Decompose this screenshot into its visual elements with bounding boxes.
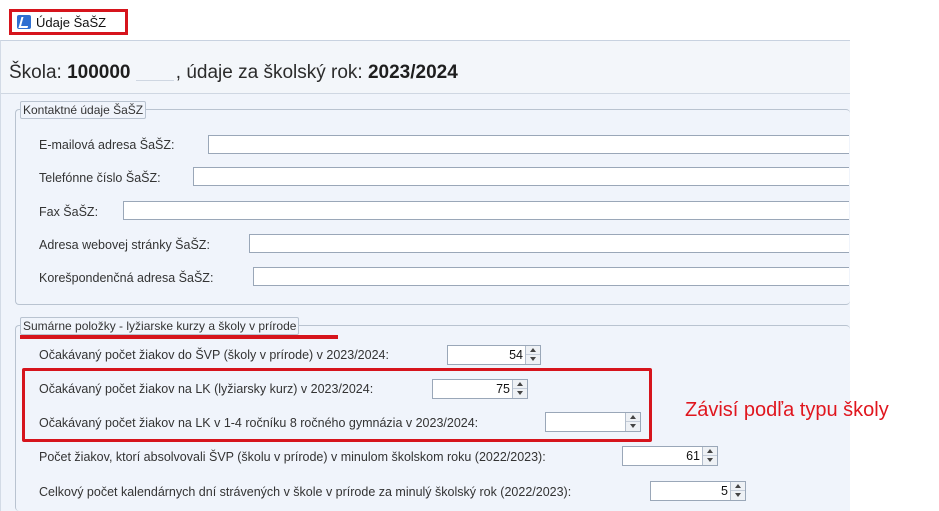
postal-address-field[interactable] bbox=[253, 267, 849, 286]
website-field[interactable] bbox=[249, 234, 849, 253]
fax-label: Fax ŠaŠZ: bbox=[39, 205, 99, 219]
spin-up-icon[interactable] bbox=[703, 447, 717, 456]
window-tab-title: Údaje ŠaŠZ bbox=[36, 14, 107, 30]
legend-highlight-underline bbox=[20, 335, 338, 339]
spin-up-icon[interactable] bbox=[731, 482, 745, 491]
school-prefix: Škola: bbox=[9, 62, 62, 83]
spin-down-icon[interactable] bbox=[526, 355, 540, 364]
window-tab[interactable]: Údaje ŠaŠZ bbox=[9, 9, 128, 35]
contact-group-legend: Kontaktné údaje ŠaŠZ bbox=[20, 101, 147, 119]
summary-group-legend: Sumárne položky - lyžiarske kurzy a škol… bbox=[20, 317, 300, 335]
annotation-text: Závisí podľa typu školy bbox=[685, 399, 889, 421]
fax-field[interactable] bbox=[123, 201, 849, 220]
spin-up-icon[interactable] bbox=[526, 346, 540, 355]
highlight-box bbox=[22, 368, 652, 442]
svp-completed-spin-buttons bbox=[702, 447, 717, 465]
phone-field[interactable] bbox=[193, 167, 849, 186]
svp-expected-label: Očakávaný počet žiakov do ŠVP (školy v p… bbox=[39, 348, 389, 362]
svp-expected-spin-buttons bbox=[525, 346, 540, 364]
website-label: Adresa webovej stránky ŠaŠZ: bbox=[39, 238, 210, 252]
phone-label: Telefónne číslo ŠaŠZ: bbox=[39, 171, 161, 185]
redacted-school-name bbox=[135, 62, 174, 81]
school-code: 100000 bbox=[67, 62, 131, 83]
email-field[interactable] bbox=[208, 135, 849, 154]
svp-expected-value: 54 bbox=[509, 348, 523, 362]
svp-expected-stepper[interactable]: 54 bbox=[447, 345, 541, 365]
svp-days-label: Celkový počet kalendárnych dní strávenýc… bbox=[39, 485, 572, 499]
svp-days-spin-buttons bbox=[730, 482, 745, 500]
header-band: Škola: 100000 , údaje za školský rok: 20… bbox=[1, 41, 850, 94]
svp-days-value: 5 bbox=[721, 484, 728, 498]
year-prefix: , údaje za školský rok: bbox=[175, 62, 363, 83]
svp-completed-label: Počet žiakov, ktorí absolvovali ŠVP (ško… bbox=[39, 450, 546, 464]
svp-days-stepper[interactable]: 5 bbox=[650, 481, 746, 501]
svp-completed-stepper[interactable]: 61 bbox=[622, 446, 718, 466]
page-title: Škola: 100000 , údaje za školský rok: 20… bbox=[9, 62, 458, 84]
email-label: E-mailová adresa ŠaŠZ: bbox=[39, 138, 175, 152]
postal-address-label: Korešpondenčná adresa ŠaŠZ: bbox=[39, 271, 214, 285]
spin-down-icon[interactable] bbox=[731, 491, 745, 500]
spin-down-icon[interactable] bbox=[703, 456, 717, 465]
svp-completed-value: 61 bbox=[686, 449, 700, 463]
app-icon bbox=[17, 15, 31, 29]
school-year: 2023/2024 bbox=[367, 62, 458, 83]
